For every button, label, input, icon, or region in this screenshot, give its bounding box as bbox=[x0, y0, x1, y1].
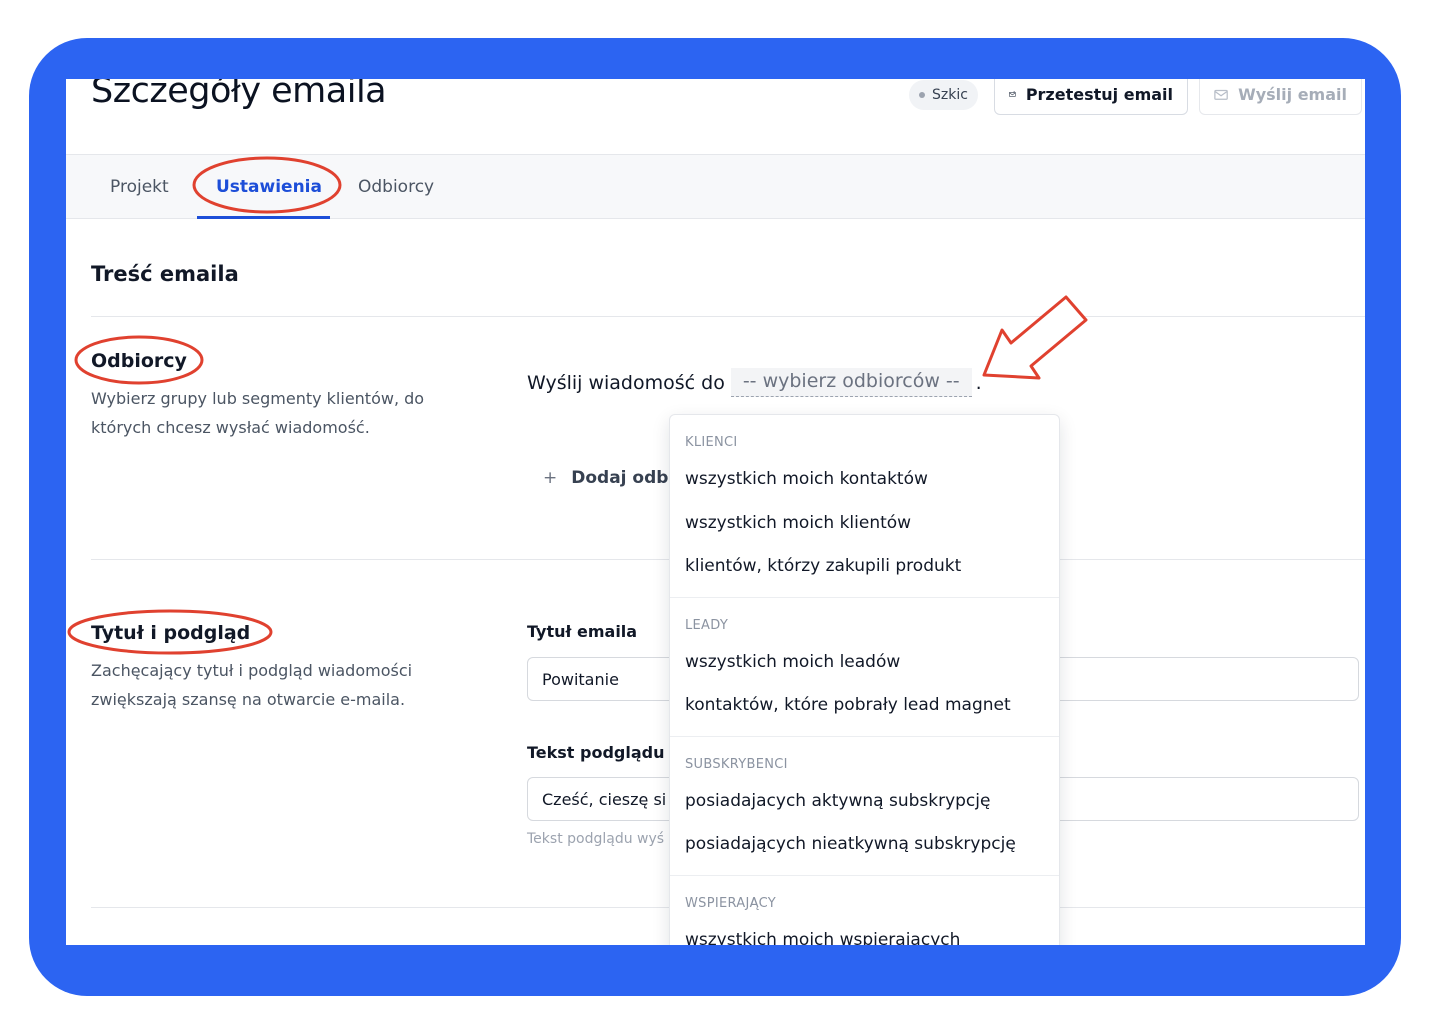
status-dot-icon bbox=[919, 92, 925, 98]
email-details-screen: Szczegóły emaila Szkic Przetestuj email … bbox=[66, 79, 1365, 945]
sentence-period: . bbox=[975, 371, 982, 394]
dropdown-option[interactable]: wszystkich moich leadów bbox=[670, 643, 1059, 687]
title-preview-description: Zachęcający tytuł i podgląd wiadomości z… bbox=[91, 661, 413, 709]
dropdown-group-title: WSPIERAJĄCY bbox=[685, 895, 776, 911]
add-recipient-button[interactable]: + Dodaj odbio bbox=[543, 468, 686, 488]
send-to-label: Wyślij wiadomość do bbox=[527, 371, 725, 394]
test-email-button[interactable]: Przetestuj email bbox=[994, 79, 1188, 115]
active-tab-indicator bbox=[197, 216, 330, 219]
dropdown-option[interactable]: posiadajacych aktywną subskrypcję bbox=[670, 782, 1059, 826]
section-heading: Treść emaila bbox=[91, 262, 239, 286]
dropdown-option[interactable]: wszystkich moich klientów bbox=[670, 504, 1059, 548]
dropdown-group-subskrybenci: SUBSKRYBENCI posiadajacych aktywną subsk… bbox=[670, 737, 1059, 876]
dropdown-group-klienci: KLIENCI wszystkich moich kontaktów wszys… bbox=[670, 415, 1059, 598]
send-email-icon bbox=[1214, 89, 1228, 100]
dropdown-group-title: LEADY bbox=[685, 617, 729, 633]
page-title: Szczegóły emaila bbox=[91, 79, 387, 111]
tab-projekt[interactable]: Projekt bbox=[110, 177, 169, 197]
tab-odbiorcy[interactable]: Odbiorcy bbox=[358, 177, 434, 197]
status-badge: Szkic bbox=[909, 80, 978, 110]
dropdown-group-wspierajacy: WSPIERAJĄCY wszystkich moich wspierający… bbox=[670, 876, 1059, 946]
recipient-dropdown: KLIENCI wszystkich moich kontaktów wszys… bbox=[669, 414, 1060, 945]
tab-ustawienia[interactable]: Ustawienia bbox=[216, 177, 322, 197]
dropdown-option[interactable]: wszystkich moich wspierających bbox=[670, 921, 1059, 946]
plus-icon: + bbox=[543, 468, 558, 488]
send-to-row: Wyślij wiadomość do -- wybierz odbiorców… bbox=[527, 368, 982, 397]
send-email-label: Wyślij email bbox=[1238, 84, 1347, 104]
recipient-select[interactable]: -- wybierz odbiorców -- bbox=[730, 368, 972, 397]
dropdown-group-title: KLIENCI bbox=[685, 435, 738, 450]
recipients-description: Wybierz grupy lub segmenty klientów, do … bbox=[91, 389, 425, 437]
email-title-label: Tytuł emaila bbox=[527, 622, 638, 641]
section-divider bbox=[91, 316, 1365, 317]
dropdown-option[interactable]: posiadających nieatkywną subskrypcję bbox=[670, 825, 1059, 869]
dropdown-group-leady: LEADY wszystkich moich leadów kontaktów,… bbox=[670, 598, 1059, 737]
preview-text-label: Tekst podglądu bbox=[527, 743, 665, 762]
dropdown-option[interactable]: klientów, którzy zakupili produkt bbox=[670, 547, 1059, 591]
recipients-title: Odbiorcy bbox=[91, 350, 187, 372]
dropdown-option[interactable]: wszystkich moich kontaktów bbox=[670, 460, 1059, 504]
test-email-label: Przetestuj email bbox=[1025, 84, 1173, 104]
tabs-bar: Projekt Ustawienia Odbiorcy bbox=[66, 154, 1365, 219]
preview-hint: Tekst podglądu wyś bbox=[527, 831, 665, 847]
send-email-button[interactable]: Wyślij email bbox=[1199, 79, 1362, 115]
dropdown-group-title: SUBSKRYBENCI bbox=[685, 756, 788, 772]
status-badge-label: Szkic bbox=[932, 87, 968, 103]
dropdown-option[interactable]: kontaktów, które pobrały lead magnet bbox=[670, 686, 1059, 730]
title-preview-title: Tytuł i podgląd bbox=[91, 622, 251, 644]
test-email-icon bbox=[1009, 90, 1016, 97]
